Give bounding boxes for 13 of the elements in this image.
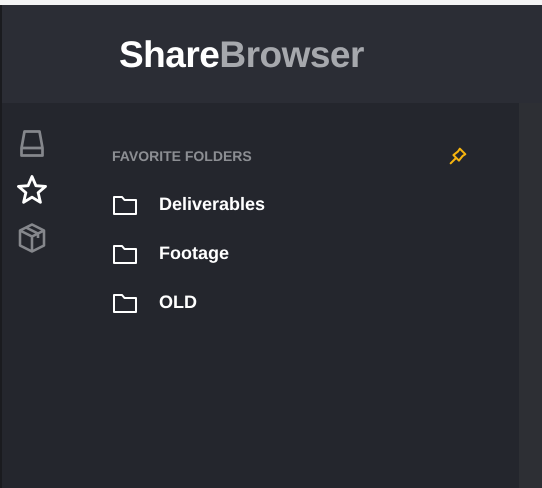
star-icon[interactable] [17,175,47,205]
folder-name[interactable]: OLD [159,289,197,316]
logo-text: Browser [219,36,364,72]
section-heading: FAVORITE FOLDERS [112,146,252,166]
folder-icon [112,242,138,264]
folder-name[interactable]: Footage [159,240,229,267]
drive-icon[interactable] [17,127,47,157]
folder-icon [112,292,138,314]
box-icon[interactable] [17,223,47,253]
logo-text: Share [119,36,220,72]
pin-icon[interactable] [447,145,469,167]
folder-icon [112,194,138,216]
folder-name[interactable]: Deliverables [159,191,266,218]
